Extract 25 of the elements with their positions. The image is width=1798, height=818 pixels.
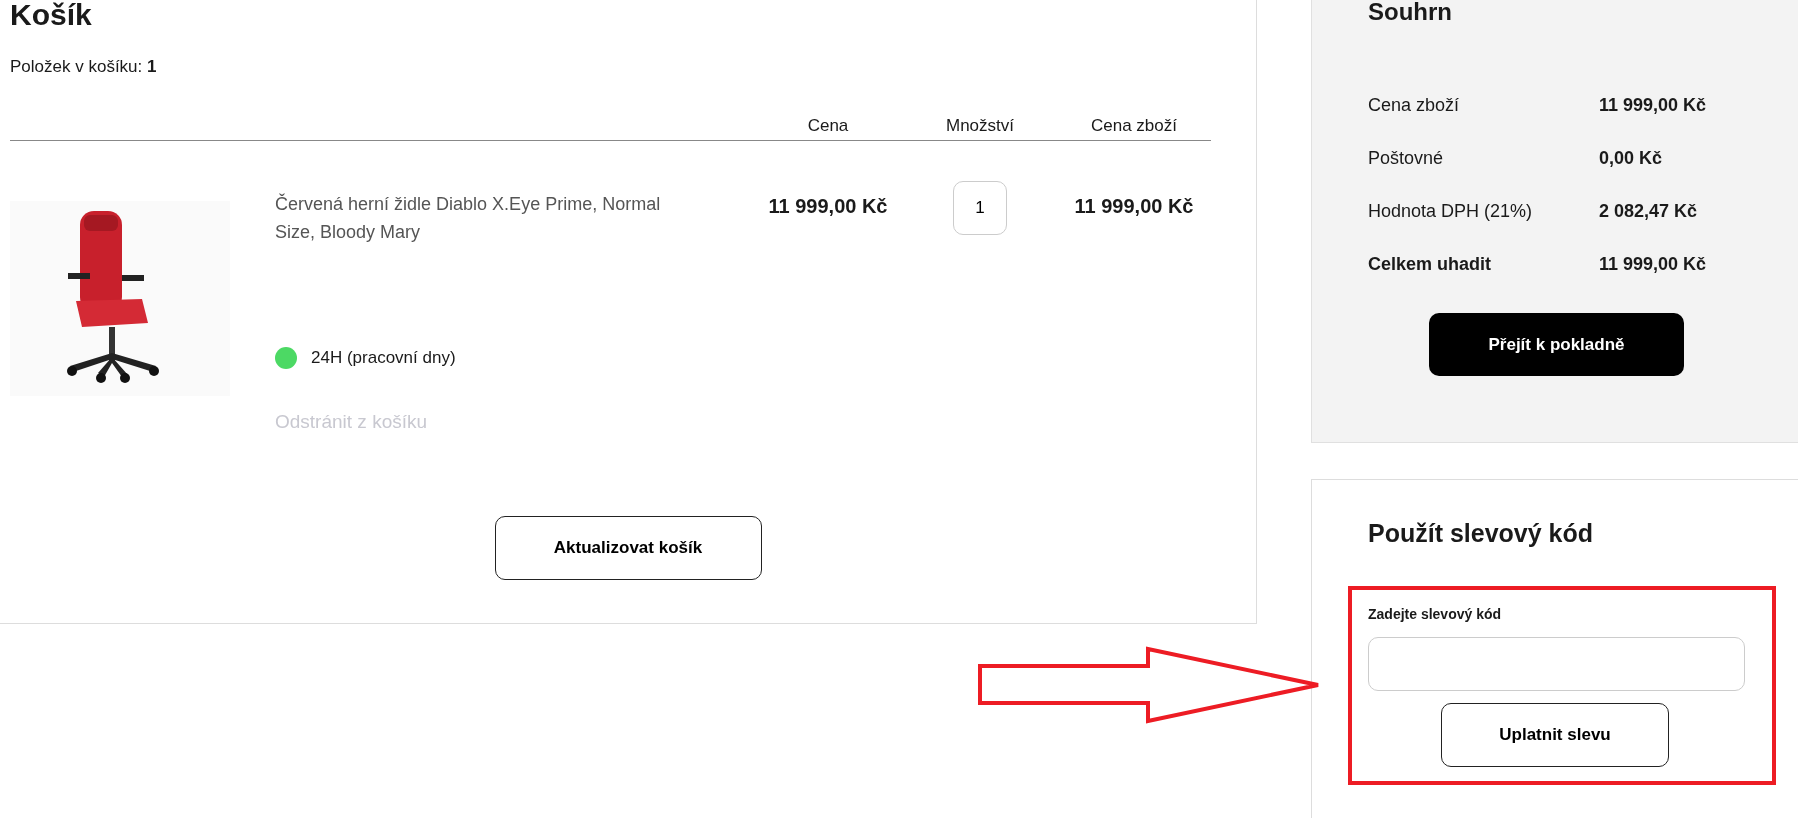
item-count: Položek v košíku: 1 bbox=[10, 56, 158, 78]
product-name[interactable]: Červená herní židle Diablo X.Eye Prime, Normal Size, Bloody Mary bbox=[275, 191, 705, 247]
availability-text: 24H (pracovní dny) bbox=[311, 346, 456, 369]
summary-value: 11 999,00 Kč bbox=[1599, 94, 1707, 117]
update-cart-button[interactable]: Aktualizovat košík bbox=[494, 516, 762, 580]
summary-value: 2 082,47 Kč bbox=[1599, 200, 1698, 223]
column-header: Cena bbox=[806, 114, 850, 137]
summary-value: 11 999,00 Kč bbox=[1599, 253, 1707, 276]
field-label: Zadejte slevový kód bbox=[1368, 605, 1503, 624]
discount-code-field[interactable] bbox=[1368, 637, 1745, 691]
discount-title: Použít slevový kód bbox=[1368, 518, 1595, 548]
summary-label: Celkem uhadit bbox=[1368, 253, 1493, 276]
summary-label: Cena zboží bbox=[1368, 94, 1461, 117]
apply-discount-button[interactable]: Uplatnit slevu bbox=[1441, 703, 1669, 767]
summary-value: 0,00 Kč bbox=[1599, 147, 1663, 170]
summary-title: Souhrn bbox=[1368, 0, 1453, 24]
quantity-field[interactable]: 1 bbox=[953, 181, 1007, 235]
page-title: Košík bbox=[10, 0, 93, 30]
summary-label: Poštovné bbox=[1368, 147, 1445, 170]
column-header: Cena zboží bbox=[1090, 114, 1178, 137]
total-text: 11 999,00 Kč bbox=[1073, 194, 1195, 219]
summary-label: Hodnota DPH (21%) bbox=[1368, 200, 1534, 223]
checkout-button[interactable]: Přejít k pokladně bbox=[1429, 313, 1684, 376]
column-header: Množství bbox=[945, 114, 1015, 137]
price-text: 11 999,00 Kč bbox=[767, 194, 889, 219]
